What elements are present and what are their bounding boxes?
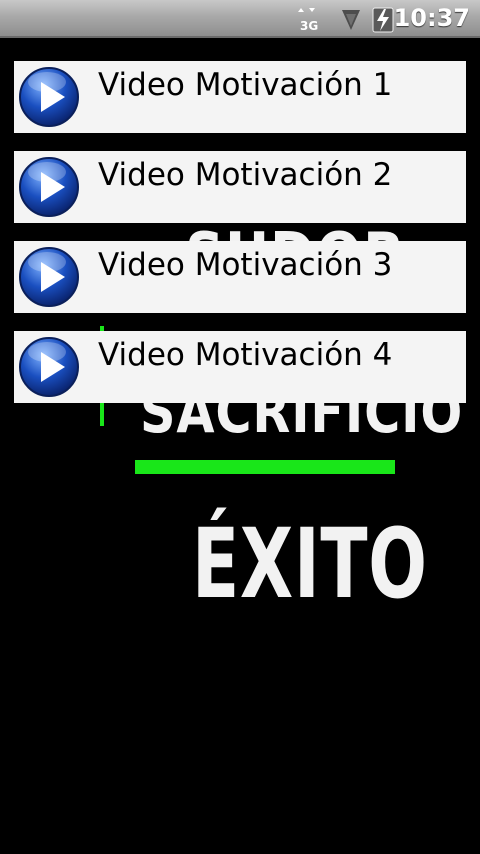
battery-charging-icon [372, 7, 394, 33]
video-list: Video Motivación 1 Video Motivación 2 Vi… [14, 61, 466, 421]
poster-green-bar [135, 460, 395, 474]
video-title: Video Motivación 1 [98, 67, 393, 103]
status-bar: 3G 10:37 [0, 0, 480, 38]
list-item[interactable]: Video Motivación 3 [14, 241, 466, 313]
network-3g-icon: 3G [298, 8, 318, 32]
video-title: Video Motivación 4 [98, 337, 393, 373]
signal-icon [342, 10, 360, 30]
play-icon [19, 157, 79, 217]
play-icon [19, 247, 79, 307]
video-title: Video Motivación 3 [98, 247, 393, 283]
poster-word-exito: ÉXITO [192, 508, 428, 620]
video-title: Video Motivación 2 [98, 157, 393, 193]
play-icon [19, 67, 79, 127]
list-item[interactable]: Video Motivación 1 [14, 61, 466, 133]
svg-text:3G: 3G [300, 19, 318, 32]
clock: 10:37 [393, 4, 470, 32]
list-item[interactable]: Video Motivación 2 [14, 151, 466, 223]
list-item[interactable]: Video Motivación 4 [14, 331, 466, 403]
play-icon [19, 337, 79, 397]
